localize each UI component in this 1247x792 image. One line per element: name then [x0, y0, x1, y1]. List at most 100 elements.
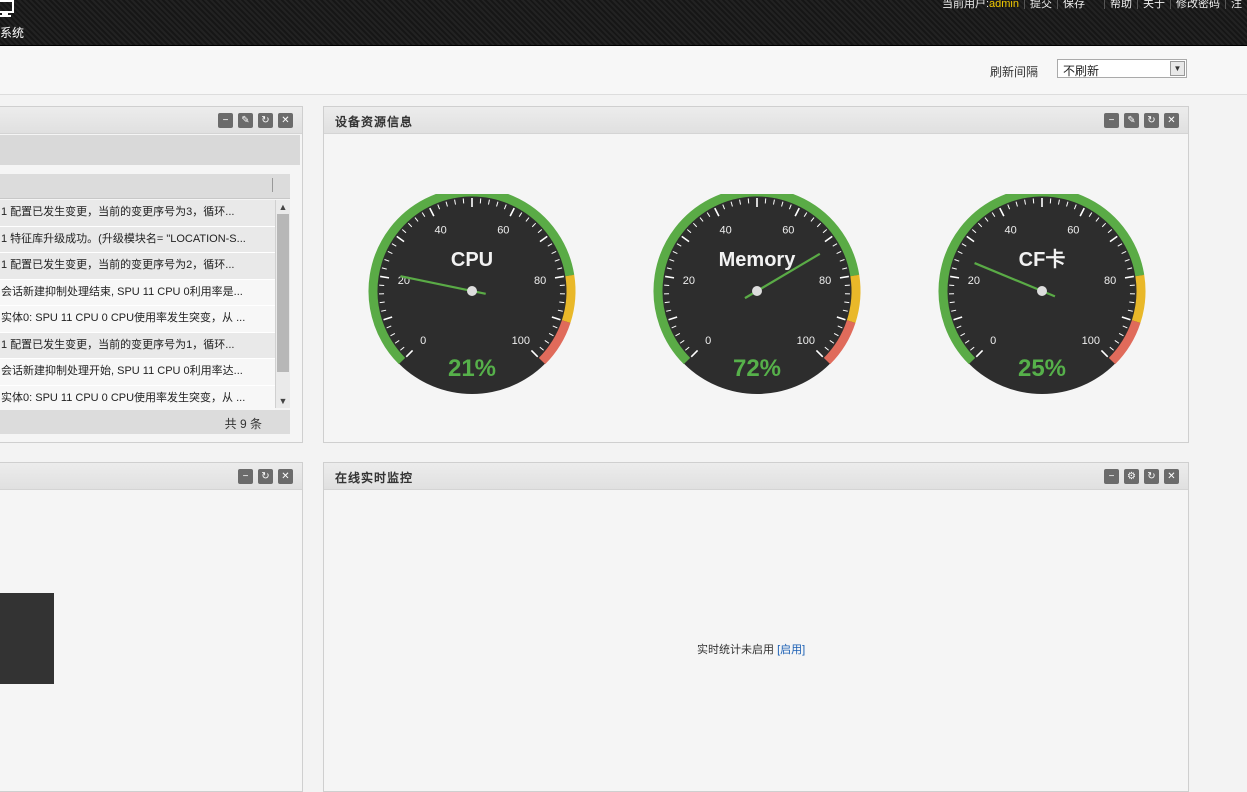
settings-icon[interactable]: ⚙: [1124, 469, 1139, 484]
minimize-icon[interactable]: −: [218, 113, 233, 128]
minimize-icon[interactable]: −: [238, 469, 253, 484]
edit-icon[interactable]: ✎: [238, 113, 253, 128]
gauge-tick-label: 20: [968, 275, 980, 287]
gauge-tick-label: 0: [990, 335, 996, 347]
log-row[interactable]: 实体0: SPU 11 CPU 0 CPU使用率发生突变，从 ...: [0, 386, 275, 413]
monitor-panel-title: 在线实时监控: [335, 469, 413, 486]
log-row[interactable]: 1 配置已发生变更，当前的变更序号为3，循环...: [0, 200, 275, 227]
refresh-icon[interactable]: ↻: [258, 113, 273, 128]
refresh-icon[interactable]: ↻: [258, 469, 273, 484]
refresh-icon[interactable]: ↻: [1144, 469, 1159, 484]
column-divider[interactable]: [272, 178, 273, 192]
gauge-tick-label: 40: [720, 225, 732, 237]
log-footer: 共 9 条: [0, 410, 290, 434]
gauge-value: 25%: [1018, 355, 1066, 382]
gauge-tick-label: 0: [705, 335, 711, 347]
gauge-tick: [1129, 302, 1134, 303]
gauge-label: Memory: [719, 249, 797, 271]
current-user-label: 当前用户:admin: [937, 0, 1024, 9]
gauge-band-yellow: [1136, 276, 1141, 322]
gauge-label: CPU: [451, 249, 493, 271]
refresh-interval-select[interactable]: 不刷新 ▼: [1057, 59, 1187, 78]
gauge-tick-label: 0: [420, 335, 426, 347]
cf-card-gauge: 0 20 40 60 80 100 CF卡 25%: [935, 194, 1149, 394]
dark-chart-block: [0, 593, 54, 684]
monitor-icon[interactable]: [0, 0, 16, 18]
gauge-tick-label: 100: [1082, 335, 1100, 347]
cpu-gauge: 020406080100CPU21%: [365, 194, 579, 394]
save-link[interactable]: 保存: [1057, 0, 1090, 9]
gauge-tick-label: 80: [819, 275, 831, 287]
gauge-tick-label: 60: [1067, 225, 1079, 237]
memory-gauge: 0 20 40 60 80 100 Memory 72%: [650, 194, 864, 394]
left-bottom-panel-header: − ↻ ✕: [0, 463, 302, 490]
close-icon[interactable]: ✕: [278, 113, 293, 128]
log-row[interactable]: 会话新建抑制处理结束, SPU 11 CPU 0利用率是...: [0, 280, 275, 307]
chevron-down-icon[interactable]: ▼: [1170, 61, 1185, 76]
gauge-tick-label: 20: [683, 275, 695, 287]
user-bar: 当前用户:admin 提交 保存 帮助 关于 修改密码 注: [937, 0, 1247, 9]
gauge-hub: [752, 286, 762, 296]
log-row[interactable]: 实体0: SPU 11 CPU 0 CPU使用率发生突变，从 ...: [0, 306, 275, 333]
edit-icon[interactable]: ✎: [1124, 113, 1139, 128]
monitor-panel-header: 在线实时监控 − ⚙ ↻ ✕: [324, 463, 1188, 490]
log-list: 1 配置已发生变更，当前的变更序号为3，循环... 1 特征库升级成功。(升级模…: [0, 200, 275, 412]
gauge-tick: [844, 302, 849, 303]
log-scrollbar[interactable]: ▲ ▼: [275, 200, 290, 408]
scroll-thumb[interactable]: [277, 214, 289, 372]
gauge-tick-label: 60: [782, 225, 794, 237]
gauge-tick-label: 100: [512, 335, 530, 347]
system-label[interactable]: 系统: [0, 24, 24, 41]
gauge-tick: [380, 302, 385, 303]
gauge-hub: [467, 286, 477, 296]
gauge-label: CF卡: [1019, 248, 1066, 271]
refresh-bar: 刷新间隔 不刷新 ▼: [0, 46, 1247, 95]
gauge-hub: [1037, 286, 1047, 296]
refresh-interval-value: 不刷新: [1063, 62, 1099, 79]
refresh-interval-label: 刷新间隔: [990, 63, 1038, 80]
close-icon[interactable]: ✕: [1164, 113, 1179, 128]
gauge-tick: [665, 302, 670, 303]
realtime-status: 实时统计未启用 [启用]: [697, 641, 805, 657]
gauge-band-yellow: [566, 276, 571, 322]
log-filter-bar: [0, 135, 300, 165]
resource-panel-header: 设备资源信息 − ✎ ↻ ✕: [324, 107, 1188, 134]
gauge-tick-label: 40: [1005, 225, 1017, 237]
log-panel: − ✎ ↻ ✕ 1 配置已发生变更，当前的变更序号为3，循环... 1 特征库升…: [0, 106, 303, 443]
log-row[interactable]: 1 配置已发生变更，当前的变更序号为2，循环...: [0, 253, 275, 280]
logout-link[interactable]: 注: [1225, 0, 1247, 9]
gauge-band-yellow: [851, 276, 856, 322]
gauge-value: 21%: [448, 355, 496, 382]
monitor-panel: 在线实时监控 − ⚙ ↻ ✕: [323, 462, 1189, 792]
close-icon[interactable]: ✕: [278, 469, 293, 484]
log-panel-header: − ✎ ↻ ✕: [0, 107, 302, 134]
resource-panel: 设备资源信息 − ✎ ↻ ✕ 0 20 40 60 80 100 CPU 21% 0 20 40 6…: [323, 106, 1189, 443]
resource-panel-title: 设备资源信息: [335, 113, 413, 130]
scroll-up-icon[interactable]: ▲: [276, 200, 290, 214]
log-row[interactable]: 会话新建抑制处理开始, SPU 11 CPU 0利用率达...: [0, 359, 275, 386]
close-icon[interactable]: ✕: [1164, 469, 1179, 484]
log-row[interactable]: 1 配置已发生变更，当前的变更序号为1，循环...: [0, 333, 275, 360]
gauge-tick: [559, 302, 564, 303]
gauge-tick-label: 80: [1104, 275, 1116, 287]
realtime-status-text: 实时统计未启用: [697, 644, 774, 656]
submit-link[interactable]: 提交: [1024, 0, 1057, 9]
gauge-tick: [950, 302, 955, 303]
gauge-value: 72%: [733, 355, 781, 382]
current-user-name: admin: [989, 0, 1019, 10]
refresh-icon[interactable]: ↻: [1144, 113, 1159, 128]
current-user-prefix: 当前用户:: [942, 0, 989, 10]
change-password-link[interactable]: 修改密码: [1170, 0, 1225, 9]
gauge-tick-label: 80: [534, 275, 546, 287]
gauge-tick-label: 100: [797, 335, 815, 347]
log-table-header: [0, 174, 290, 199]
gauge-tick-label: 40: [435, 225, 447, 237]
minimize-icon[interactable]: −: [1104, 113, 1119, 128]
minimize-icon[interactable]: −: [1104, 469, 1119, 484]
enable-link[interactable]: [启用]: [777, 644, 805, 656]
scroll-down-icon[interactable]: ▼: [276, 394, 290, 408]
log-row[interactable]: 1 特征库升级成功。(升级模块名= "LOCATION-S...: [0, 227, 275, 254]
help-link[interactable]: 帮助: [1104, 0, 1137, 9]
log-count: 共 9 条: [225, 415, 262, 432]
about-link[interactable]: 关于: [1137, 0, 1170, 9]
